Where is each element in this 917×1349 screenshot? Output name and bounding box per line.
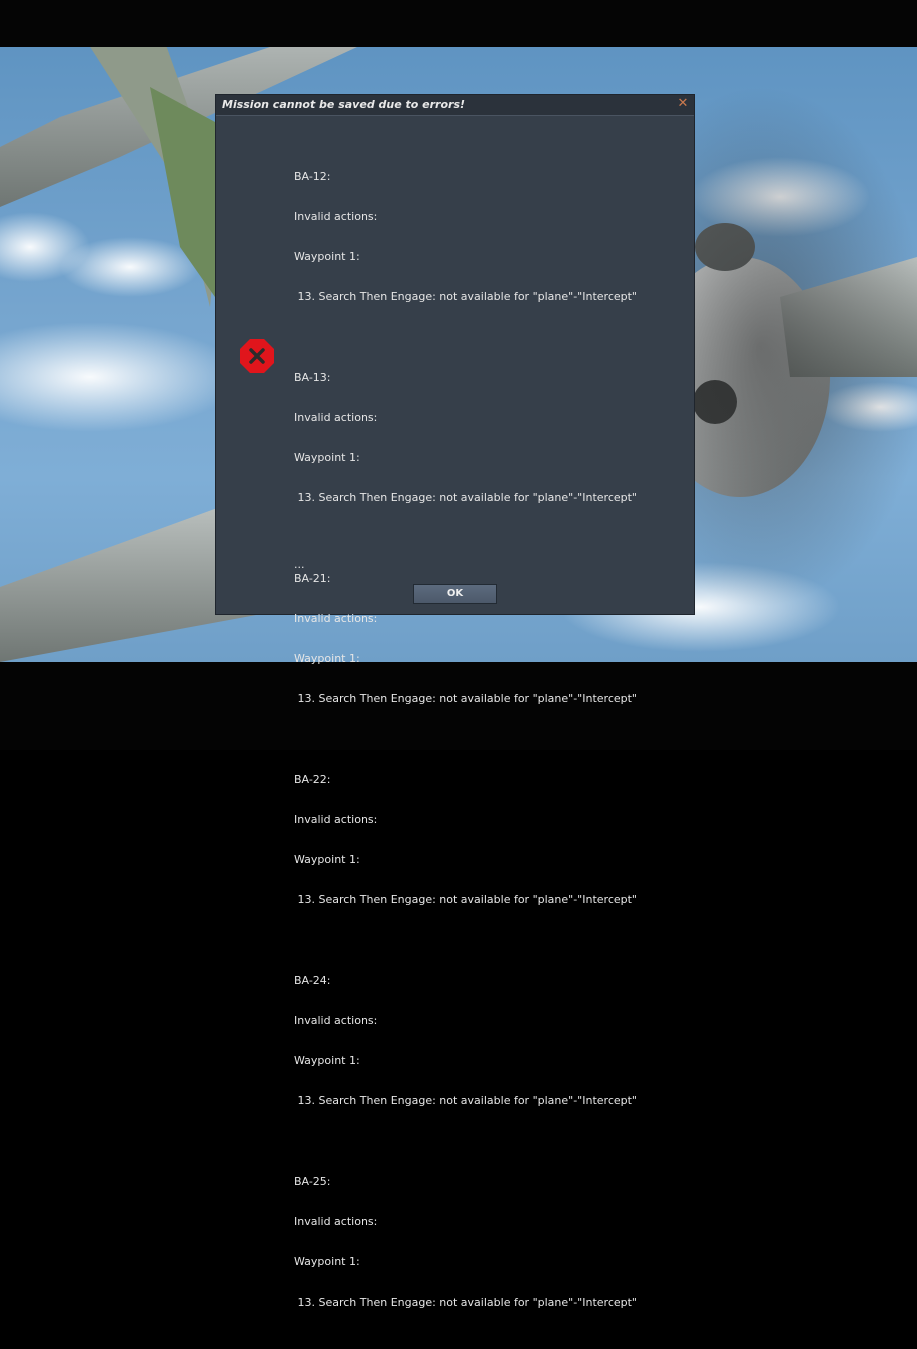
error-type: Invalid actions: (294, 1215, 378, 1229)
error-message: BA-12: Invalid actions: Waypoint 1: 13. … (294, 143, 684, 331)
error-type: Invalid actions: (294, 1014, 378, 1028)
waypoint-label: Waypoint 1: (294, 1255, 360, 1269)
error-x-icon (240, 339, 274, 373)
letterbox-top (0, 0, 917, 47)
dialog-titlebar: Mission cannot be saved due to errors! ✕ (216, 95, 694, 116)
error-detail: 13. Search Then Engage: not available fo… (294, 692, 637, 706)
unit-name: BA-25: (294, 1174, 331, 1188)
ok-button[interactable]: OK (413, 584, 497, 604)
waypoint-label: Waypoint 1: (294, 451, 360, 465)
error-type: Invalid actions: (294, 210, 378, 224)
error-message: BA-22: Invalid actions: Waypoint 1: 13. … (294, 746, 684, 934)
error-type: Invalid actions: (294, 411, 378, 425)
error-detail: 13. Search Then Engage: not available fo… (294, 491, 637, 505)
error-dialog: Mission cannot be saved due to errors! ✕… (215, 94, 695, 1309)
error-message: BA-24: Invalid actions: Waypoint 1: 13. … (294, 947, 684, 1135)
error-message: BA-13: Invalid actions: Waypoint 1: 13. … (294, 344, 684, 532)
error-detail: 13. Search Then Engage: not available fo… (294, 893, 637, 907)
error-detail: 13. Search Then Engage: not available fo… (294, 1094, 637, 1108)
unit-name: BA-12: (294, 169, 331, 183)
error-message-list: BA-12: Invalid actions: Waypoint 1: 13. … (294, 143, 684, 1349)
unit-name: BA-24: (294, 973, 331, 987)
error-message: BA-25: Invalid actions: Waypoint 1: 13. … (294, 1148, 684, 1336)
waypoint-label: Waypoint 1: (294, 853, 360, 867)
waypoint-label: Waypoint 1: (294, 652, 360, 666)
waypoint-label: Waypoint 1: (294, 250, 360, 264)
error-detail: 13. Search Then Engage: not available fo… (294, 1295, 637, 1309)
close-icon[interactable]: ✕ (676, 97, 690, 111)
unit-name: BA-13: (294, 370, 331, 384)
dialog-title: Mission cannot be saved due to errors! (222, 98, 466, 111)
unit-name: BA-22: (294, 772, 331, 786)
error-type: Invalid actions: (294, 813, 378, 827)
error-detail: 13. Search Then Engage: not available fo… (294, 290, 637, 304)
waypoint-label: Waypoint 1: (294, 1054, 360, 1068)
more-messages-ellipsis: ... (294, 558, 305, 571)
error-type: Invalid actions: (294, 612, 378, 626)
error-message: BA-21: Invalid actions: Waypoint 1: 13. … (294, 545, 684, 733)
